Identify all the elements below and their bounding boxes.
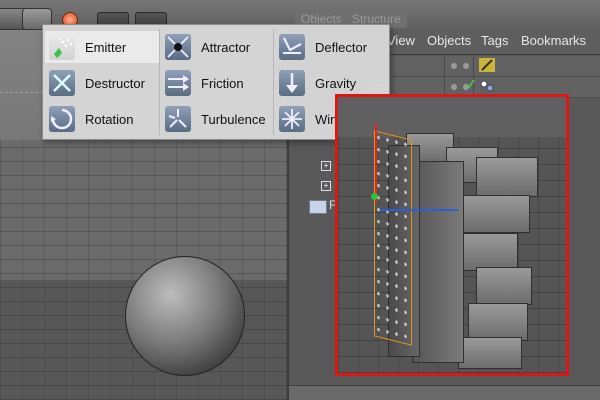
inset-background — [338, 97, 566, 137]
menu-separator — [159, 29, 160, 135]
wall-brick — [458, 337, 522, 369]
y-axis-handle[interactable] — [375, 123, 377, 203]
particle-dots — [374, 130, 410, 340]
floor-object-icon — [309, 200, 327, 214]
rotation-icon — [49, 106, 75, 132]
menu-item-rotation[interactable]: Rotation — [45, 103, 159, 135]
menu-item-turbulence[interactable]: Turbulence — [161, 103, 275, 135]
menu-item-attractor[interactable]: Attractor — [161, 31, 275, 63]
menu-item-friction[interactable]: Friction — [161, 67, 275, 99]
x-axis-handle[interactable] — [380, 209, 458, 211]
menu-view[interactable]: View — [387, 33, 415, 48]
wall-brick — [468, 303, 528, 341]
menu-item-destructor[interactable]: Destructor — [45, 67, 159, 99]
menu-item-label: Friction — [201, 76, 244, 91]
tree-expand-icon[interactable]: + — [321, 181, 331, 191]
menu-item-label: Emitter — [85, 40, 127, 55]
render-visibility-dot[interactable] — [463, 63, 469, 69]
destructor-icon — [49, 70, 75, 96]
editor-visibility-dot[interactable] — [451, 84, 457, 90]
emitter-icon — [49, 34, 75, 60]
menu-item-deflector[interactable]: Deflector — [275, 31, 389, 63]
menu-item-label: Deflector — [315, 40, 368, 55]
wall-brick — [476, 267, 532, 305]
menu-item-label: Rotation — [85, 112, 134, 127]
menu-item-emitter[interactable]: Emitter — [45, 31, 159, 63]
tree-expand-icon[interactable]: + — [321, 161, 331, 171]
menu-item-label: Gravity — [315, 76, 357, 91]
menu-item-label: Destructor — [85, 76, 145, 91]
wall-brick — [476, 157, 538, 197]
z-axis-handle[interactable] — [371, 193, 378, 200]
menu-item-label: Attractor — [201, 40, 251, 55]
attractor-icon — [165, 34, 191, 60]
panel-divider — [289, 385, 600, 400]
check-icon[interactable] — [465, 79, 475, 89]
turbulence-icon — [165, 106, 191, 132]
menu-item-label: Turbulence — [201, 112, 266, 127]
menu-bookmarks[interactable]: Bookmarks — [521, 33, 586, 48]
gravity-icon — [279, 70, 305, 96]
deflector-icon — [279, 34, 305, 60]
editor-visibility-dot[interactable] — [451, 63, 457, 69]
menu-tags[interactable]: Tags — [481, 33, 508, 48]
sphere-object[interactable] — [125, 256, 245, 376]
pencil-tag-icon[interactable] — [479, 58, 495, 72]
brick-wall-render-inset — [335, 94, 569, 376]
menu-objects[interactable]: Objects — [427, 33, 471, 48]
wind-icon — [279, 106, 305, 132]
phong-tag-icon[interactable] — [479, 79, 495, 93]
wall-brick — [458, 195, 530, 233]
cinema4d-screen: Objects Structure View Objects Tags Book… — [0, 0, 600, 400]
friction-icon — [165, 70, 191, 96]
